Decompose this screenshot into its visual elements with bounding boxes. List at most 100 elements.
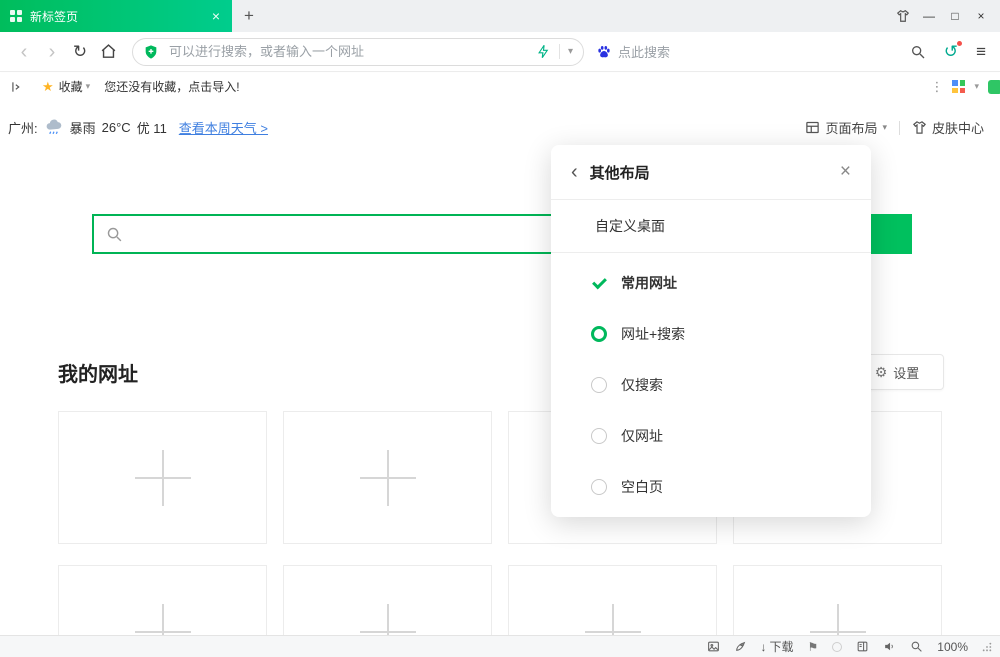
address-input[interactable] (167, 43, 528, 60)
download-button[interactable]: ↓ 下载 (761, 638, 794, 655)
search-engine-button[interactable]: 点此搜索 (596, 42, 670, 61)
popup-header: ‹ 其他布局 × (551, 145, 871, 199)
layout-icon (805, 120, 820, 135)
new-tab-button[interactable]: + (232, 0, 266, 32)
maximize-button[interactable]: □ (942, 0, 968, 32)
weather-temperature: 26°C (102, 120, 131, 135)
popup-close-icon[interactable]: × (840, 161, 851, 183)
skin-icon[interactable] (890, 0, 916, 32)
option-label: 空白页 (621, 477, 663, 497)
tab-bar: 新标签页 × + — □ × (0, 0, 1000, 32)
baidu-paw-icon (596, 44, 612, 60)
popup-back-icon[interactable]: ‹ (571, 162, 578, 182)
address-bar: ‹ › ↻ ▾ 点此搜索 ↺ ≡ (0, 32, 1000, 72)
screenshot-image-icon[interactable] (707, 640, 720, 653)
tools-divider (899, 121, 900, 135)
resize-grip[interactable] (982, 642, 992, 652)
main-menu-icon[interactable]: ≡ (976, 42, 986, 62)
option-state-icon (591, 428, 607, 444)
more-vertical-icon[interactable]: ⋮ (930, 79, 943, 95)
option-state-icon (591, 479, 607, 495)
favorites-star-icon: ★ (42, 79, 54, 95)
zoom-search-icon[interactable] (910, 640, 923, 653)
layout-option[interactable]: 仅搜索 (551, 359, 871, 410)
other-layouts-popup: ‹ 其他布局 × 自定义桌面 常用网址 网址+搜索 仅搜索 仅网址 空白页 (551, 145, 871, 517)
reader-mode-icon[interactable] (856, 640, 869, 653)
layout-options-list: 常用网址 网址+搜索 仅搜索 仅网址 空白页 (551, 253, 871, 517)
minimize-button[interactable]: — (916, 0, 942, 32)
search-engine-label: 点此搜索 (618, 42, 670, 61)
close-window-button[interactable]: × (968, 0, 994, 32)
layout-chevron-icon: ▾ (882, 122, 887, 133)
status-bar: ↓ 下载 ⚑ 100% (0, 635, 1000, 657)
add-site-tile[interactable] (58, 411, 267, 544)
download-label: 下载 (770, 638, 794, 655)
option-state-icon (591, 377, 607, 393)
add-site-tile[interactable] (283, 565, 492, 635)
layout-option[interactable]: 常用网址 (551, 257, 871, 308)
plus-icon (810, 604, 866, 636)
skin-center-button[interactable]: 皮肤中心 (912, 118, 984, 137)
plus-icon (360, 604, 416, 636)
security-shield-icon (143, 44, 159, 60)
weather-rain-icon (44, 119, 64, 137)
page-search-icon[interactable] (910, 44, 926, 60)
apps-grid-icon[interactable] (952, 80, 965, 93)
add-site-tile[interactable] (733, 565, 942, 635)
option-state-icon (591, 326, 607, 342)
my-sites-title: 我的网址 (58, 358, 138, 387)
custom-desktop-item[interactable]: 自定义桌面 (551, 200, 871, 252)
url-field-divider (559, 44, 560, 59)
rocket-icon[interactable] (734, 640, 747, 653)
page-layout-button[interactable]: 页面布局 ▾ (805, 118, 887, 137)
option-label: 网址+搜索 (621, 324, 685, 344)
plus-icon (135, 450, 191, 506)
favorites-chevron-icon[interactable]: ▾ (86, 81, 91, 92)
chevron-down-icon[interactable]: ▾ (568, 46, 573, 57)
bookmarks-bar: ★ 收藏 ▾ 您还没有收藏，点击导入! ⋮ ▾ (0, 73, 1000, 100)
gear-icon: ⚙ (875, 364, 888, 381)
skin-center-label: 皮肤中心 (932, 118, 984, 137)
add-site-tile[interactable] (508, 565, 717, 635)
address-bar-right-tools: ↺ ≡ (910, 42, 986, 62)
option-label: 常用网址 (621, 273, 677, 293)
popup-title: 其他布局 (590, 162, 650, 183)
tab-favicon-grid-icon (10, 10, 22, 22)
option-label: 仅网址 (621, 426, 663, 446)
tab-title: 新标签页 (30, 8, 202, 25)
forward-button[interactable]: › (38, 32, 66, 72)
layout-option[interactable]: 空白页 (551, 462, 871, 513)
tab-close-icon[interactable]: × (210, 8, 222, 24)
layout-option[interactable]: 仅网址 (551, 411, 871, 462)
weather-city: 广州: (8, 118, 38, 137)
bookmarks-bar-right-tools: ⋮ ▾ (930, 79, 994, 95)
window-controls: — □ × (890, 0, 1000, 32)
sidebar-toggle-icon[interactable] (10, 80, 24, 94)
layout-option[interactable]: 网址+搜索 (551, 308, 871, 359)
shirt-icon (912, 120, 927, 135)
option-label: 仅搜索 (621, 375, 663, 395)
flag-icon[interactable]: ⚑ (808, 640, 819, 654)
favorites-label[interactable]: 收藏 (59, 78, 83, 95)
back-button[interactable]: ‹ (10, 32, 38, 72)
zoom-level[interactable]: 100% (937, 640, 968, 654)
page-tools: 页面布局 ▾ 皮肤中心 (805, 118, 984, 137)
undo-restore-icon[interactable]: ↺ (944, 42, 958, 62)
tab-new-tab-page[interactable]: 新标签页 × (0, 0, 232, 32)
speaker-icon[interactable] (883, 640, 896, 653)
weather-forecast-link[interactable]: 查看本周天气 > (179, 118, 268, 137)
add-site-tile[interactable] (283, 411, 492, 544)
edge-app-icon[interactable] (988, 80, 1000, 94)
url-field[interactable]: ▾ (132, 38, 584, 66)
add-site-tile[interactable] (58, 565, 267, 635)
option-state-icon (591, 275, 607, 291)
apps-chevron-icon[interactable]: ▾ (974, 81, 979, 92)
lightning-icon[interactable] (536, 44, 551, 59)
home-button[interactable] (94, 32, 122, 72)
download-arrow-icon: ↓ (761, 640, 767, 654)
weather-condition: 暴雨 (70, 118, 96, 137)
refresh-button[interactable]: ↻ (66, 32, 94, 72)
record-circle-icon[interactable] (832, 642, 842, 652)
bookmarks-empty-hint[interactable]: 您还没有收藏，点击导入! (104, 78, 239, 95)
weather-air-quality: 优 11 (137, 118, 167, 137)
